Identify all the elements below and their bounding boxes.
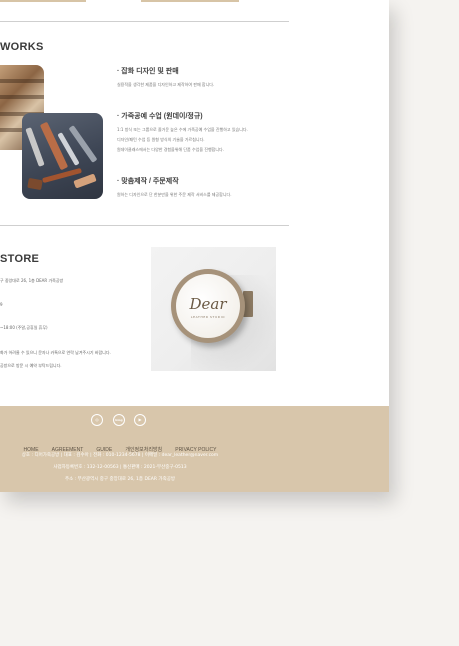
works-item-title: · 가죽공예 수업 (원데이/정규) (117, 113, 203, 120)
youtube-icon[interactable]: ▶ (134, 414, 146, 426)
store-address: 구 중앙대로 26, 1층 DEAR 가죽공방 (0, 278, 64, 283)
store-heading: STORE (0, 253, 40, 265)
blog-icon[interactable]: blog (113, 414, 125, 426)
works-item-desc: 1:1 방식 또는 그룹으로 즐거운 높은 수에 가죽공예 수업을 진행하고 있… (117, 127, 248, 152)
top-accent-bar-right (141, 0, 239, 2)
store-sign-photo: Dear LEATHER STUDIO (151, 247, 276, 371)
page-card: WORKS · 잡화 디자인 및 판매 실용적을 생각한 제품을 디자인하고 제… (0, 0, 389, 492)
works-item-title: · 잡화 디자인 및 판매 (117, 68, 179, 75)
footer-business-info: 사업자등록번호 : 132-12-00563 | 통신판매 : 2021-부산중… (53, 465, 187, 470)
store-note: 공방으로 방문 시 예약 부탁드립니다. (0, 363, 62, 368)
divider (0, 21, 289, 22)
works-item-desc: 실용적을 생각한 제품을 디자인하고 제작하여 판매 합니다. (117, 82, 215, 87)
store-hours: ~18:00 (주말,공휴일 휴무) (0, 325, 48, 330)
tools-photo (22, 113, 103, 199)
instagram-icon[interactable]: ◎ (91, 414, 103, 426)
top-accent-bar-left (0, 0, 86, 2)
divider (0, 225, 289, 226)
footer-address: 주소 : 부산광역시 중구 중앙대로 26, 1층 DEAR 가죽공방 (64, 477, 175, 482)
sign-logo-word: Dear (189, 295, 227, 313)
store-phone: 9 (0, 302, 3, 307)
footer-company-info: 상호 : 디어가죽공방 | 대표 : 김수아 | 전화 : 010-1234-5… (21, 453, 219, 458)
works-item-desc: 원하는 디자인으로 단 한분만을 위한 주문 제작 서비스를 제공합니다. (117, 192, 232, 197)
dear-logo-sign: Dear LEATHER STUDIO (171, 269, 245, 343)
works-heading: WORKS (0, 41, 44, 53)
store-note: 화가 어려울 수 있으니 문자나 카톡으로 연락 남겨주시기 바랍니다. (0, 350, 111, 355)
sign-logo-sub: LEATHER STUDIO (190, 315, 226, 319)
works-item-title: · 맞춤제작 / 주문제작 (117, 178, 179, 185)
footer: ◎ blog ▶ HOME AGREEMENT GUIDE 개인정보처리방침 P… (0, 406, 389, 492)
